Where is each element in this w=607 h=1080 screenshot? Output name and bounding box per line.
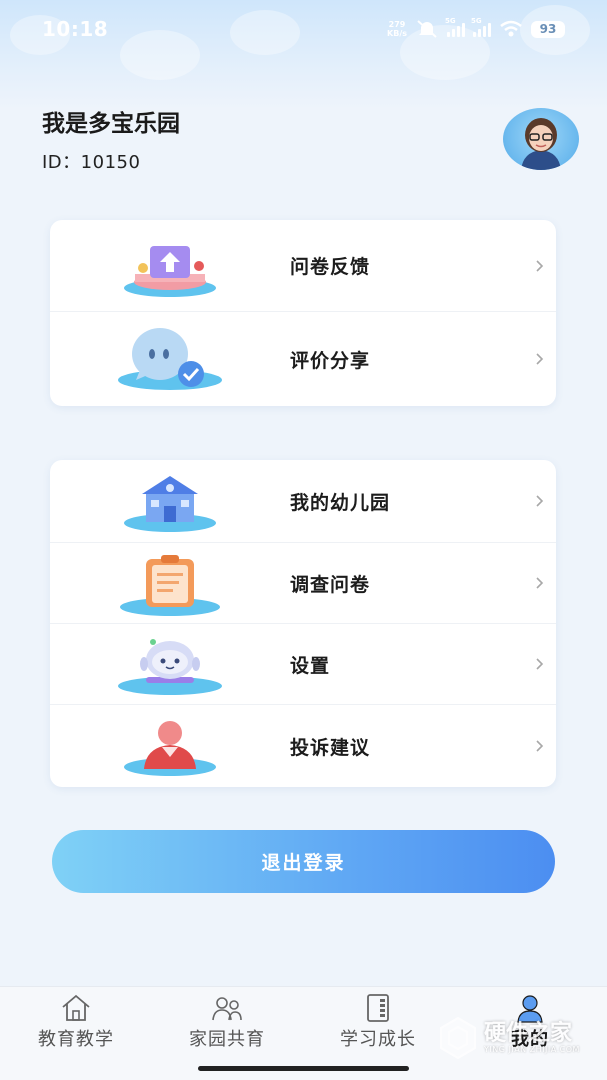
- status-bar: 10:18 279 KB/s 5G 5G 93: [0, 0, 607, 58]
- menu-card-general: 我的幼儿园 调查问卷 设置 投诉建议: [50, 460, 556, 787]
- menu-card-feedback: 问卷反馈 评价分享: [50, 220, 556, 406]
- menu-item-questionnaire-feedback[interactable]: 问卷反馈: [50, 220, 556, 312]
- avatar[interactable]: [503, 108, 579, 170]
- signal-icon: 5G: [471, 17, 491, 37]
- home-indicator[interactable]: [198, 1066, 409, 1071]
- chevron-right-icon: [536, 577, 544, 589]
- house-icon: [62, 994, 90, 1021]
- chevron-right-icon: [536, 495, 544, 507]
- wifi-icon: [500, 20, 522, 37]
- chevron-right-icon: [536, 259, 544, 272]
- menu-item-settings[interactable]: 设置: [50, 624, 556, 705]
- status-time: 10:18: [42, 17, 109, 41]
- tab-label: 家园共育: [189, 1029, 265, 1050]
- menu-item-review-share[interactable]: 评价分享: [50, 312, 556, 406]
- menu-item-label: 设置: [290, 654, 331, 677]
- menu-item-label: 投诉建议: [290, 736, 371, 759]
- menu-item-label: 问卷反馈: [290, 256, 371, 278]
- watermark-subtext: YING JIAN ZHIJIA.COM: [484, 1044, 580, 1054]
- profile-id: ID：10150: [42, 152, 141, 173]
- menu-item-label: 我的幼儿园: [290, 491, 391, 514]
- person-icon: [124, 721, 216, 776]
- watermark: 硬件之家 YING JIAN ZHIJIA.COM: [438, 1008, 598, 1068]
- robot-icon: [118, 639, 222, 695]
- profile-name: 我是多宝乐园: [42, 111, 180, 137]
- battery-indicator: 93: [531, 20, 565, 38]
- tab-learning[interactable]: 学习成长: [318, 993, 438, 1053]
- chevron-right-icon: [536, 353, 544, 365]
- menu-item-label: 调查问卷: [290, 573, 371, 596]
- book-icon: [367, 994, 389, 1022]
- mute-icon: [417, 20, 437, 38]
- upload-podium-icon: [124, 246, 216, 297]
- menu-item-complaints[interactable]: 投诉建议: [50, 705, 556, 787]
- menu-item-label: 评价分享: [290, 349, 371, 372]
- people-icon: [212, 997, 242, 1021]
- menu-item-survey[interactable]: 调查问卷: [50, 543, 556, 624]
- hexagon-logo-icon: [440, 1016, 476, 1060]
- chevron-right-icon: [536, 658, 544, 670]
- tab-education[interactable]: 教育教学: [16, 993, 136, 1053]
- chat-check-icon: [118, 328, 222, 390]
- watermark-text: 硬件之家: [484, 1020, 573, 1046]
- tab-label: 教育教学: [38, 1029, 114, 1050]
- chevron-right-icon: [536, 740, 544, 752]
- logout-button[interactable]: 退出登录: [52, 830, 555, 893]
- network-speed: 279 KB/s: [387, 20, 407, 38]
- menu-item-my-kindergarten[interactable]: 我的幼儿园: [50, 460, 556, 543]
- school-building-icon: [124, 476, 216, 532]
- signal-icon: 5G: [445, 17, 465, 37]
- clipboard-icon: [120, 555, 220, 616]
- tab-home-school[interactable]: 家园共育: [167, 993, 287, 1053]
- tab-label: 学习成长: [340, 1029, 416, 1050]
